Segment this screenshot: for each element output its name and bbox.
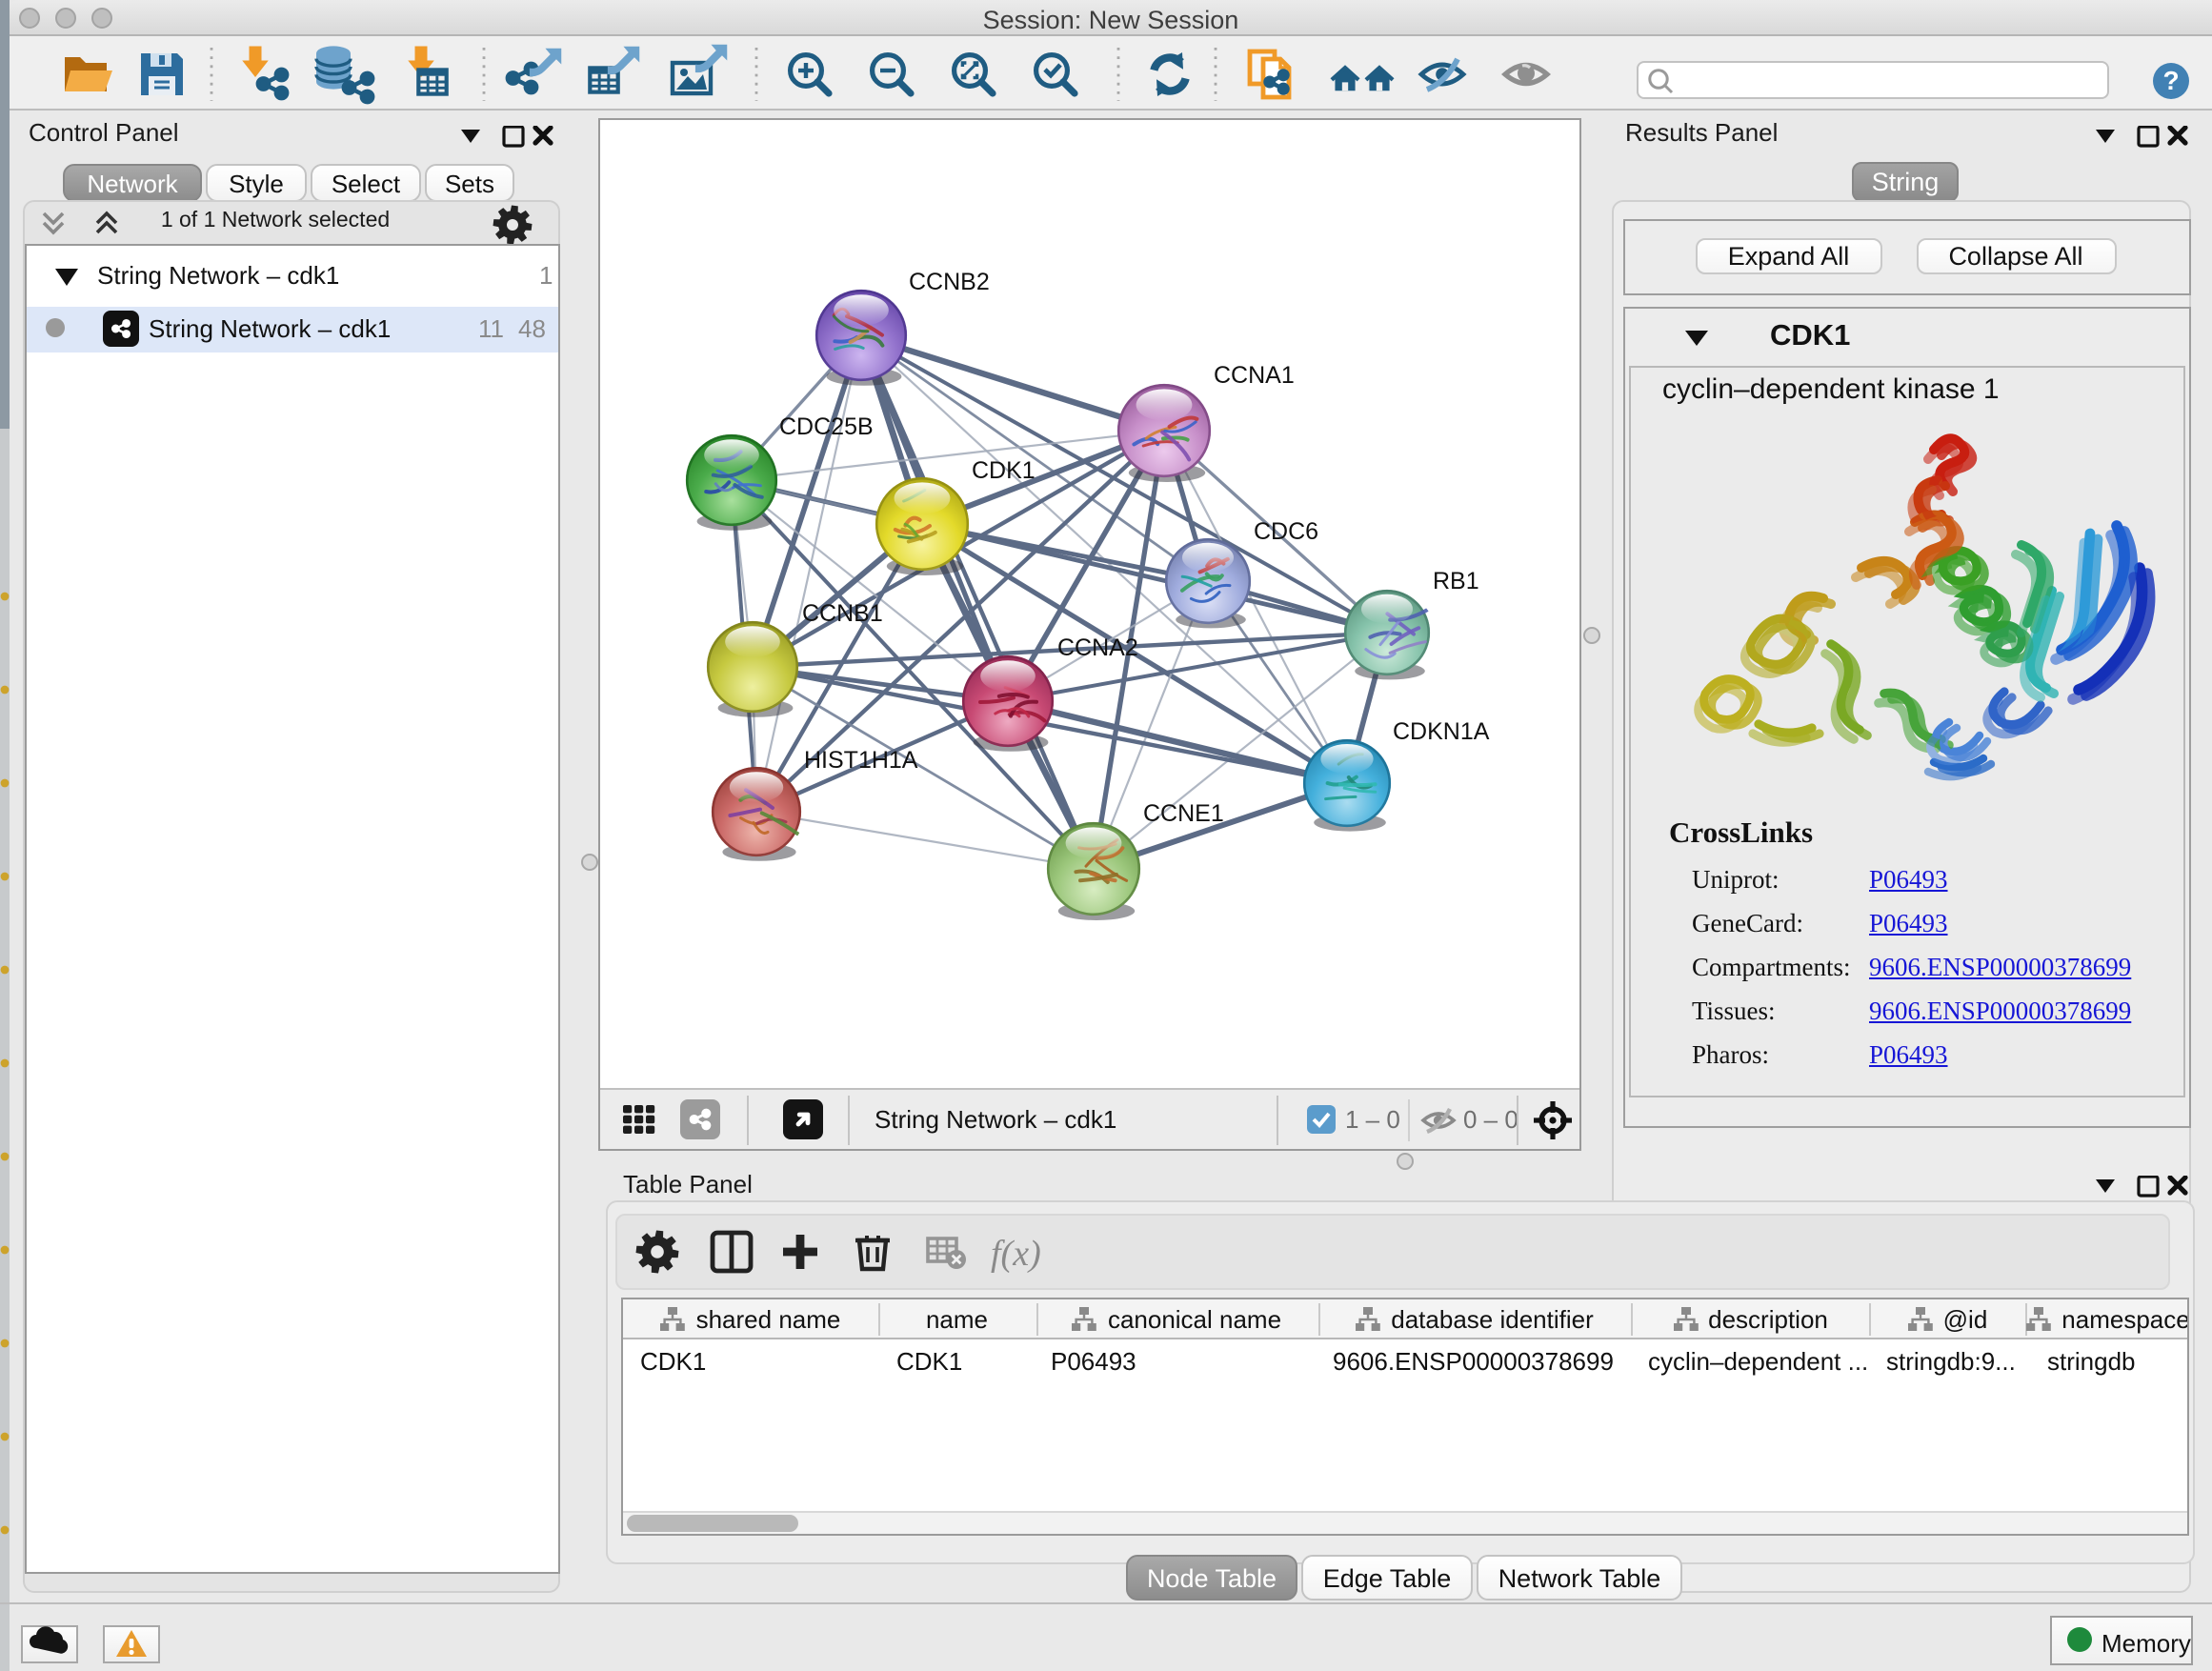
svg-text:CCNB2: CCNB2 [909,269,990,295]
svg-text:CDC25B: CDC25B [779,413,874,440]
svg-text:RB1: RB1 [1433,568,1479,594]
svg-text:CCNA2: CCNA2 [1057,634,1138,661]
svg-text:CDK1: CDK1 [972,457,1036,484]
svg-text:CCNA1: CCNA1 [1214,362,1295,389]
svg-text:CDKN1A: CDKN1A [1393,718,1490,745]
svg-text:CDC6: CDC6 [1254,518,1318,545]
svg-text:CCNE1: CCNE1 [1143,800,1224,827]
svg-text:HIST1H1A: HIST1H1A [804,747,918,774]
svg-text:CCNB1: CCNB1 [802,600,883,627]
svg-text:f(x): f(x) [991,1234,1041,1274]
